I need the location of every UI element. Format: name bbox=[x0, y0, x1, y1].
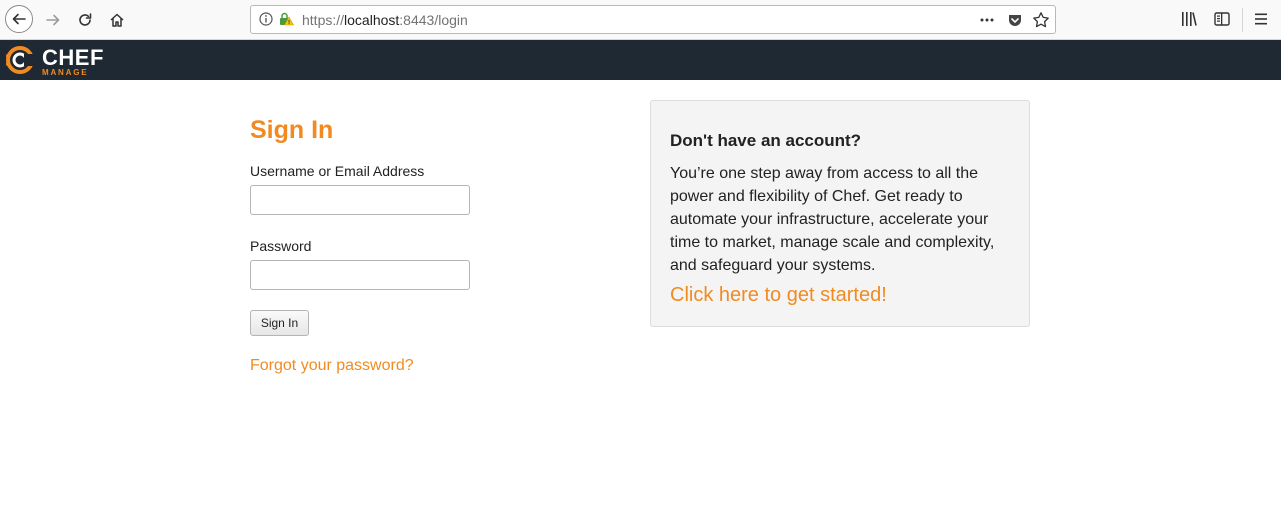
reload-icon bbox=[79, 13, 92, 26]
info-icon[interactable] bbox=[259, 12, 273, 26]
back-button[interactable] bbox=[5, 5, 33, 33]
chef-manage-logo[interactable]: CHEF MANAGE bbox=[4, 44, 103, 77]
logo-text: CHEF MANAGE bbox=[42, 47, 104, 77]
signin-title: Sign In bbox=[250, 116, 334, 144]
back-icon bbox=[12, 13, 26, 25]
forgot-password-link[interactable]: Forgot your password? bbox=[250, 357, 414, 375]
more-icon[interactable] bbox=[979, 12, 995, 28]
url-host: localhost bbox=[344, 12, 400, 28]
logo-title: CHEF bbox=[42, 45, 104, 70]
account-panel: Don't have an account? You’re one step a… bbox=[650, 100, 1030, 327]
home-button[interactable] bbox=[102, 5, 132, 35]
panel-heading: Don't have an account? bbox=[670, 131, 862, 150]
url-text: https://localhost:8443/login bbox=[302, 12, 468, 28]
forward-button[interactable] bbox=[38, 5, 68, 35]
forward-icon bbox=[46, 14, 60, 26]
username-input[interactable] bbox=[250, 185, 470, 215]
username-label: Username or Email Address bbox=[250, 163, 425, 179]
password-input[interactable] bbox=[250, 260, 470, 290]
star-icon[interactable] bbox=[1032, 11, 1050, 29]
chef-logo-icon bbox=[6, 46, 34, 74]
app-header: CHEF MANAGE bbox=[0, 40, 1281, 80]
library-icon[interactable] bbox=[1180, 10, 1198, 28]
menu-icon[interactable] bbox=[1252, 10, 1270, 28]
home-icon bbox=[110, 13, 124, 27]
password-label: Password bbox=[250, 238, 312, 254]
sidebar-icon[interactable] bbox=[1213, 10, 1231, 28]
browser-toolbar: https://localhost:8443/login bbox=[0, 0, 1281, 40]
logo-subtitle: MANAGE bbox=[42, 68, 89, 77]
url-bar[interactable]: https://localhost:8443/login bbox=[250, 5, 1056, 34]
url-scheme: https:// bbox=[302, 12, 345, 28]
reload-button[interactable] bbox=[70, 5, 100, 35]
signin-button[interactable]: Sign In bbox=[250, 310, 309, 336]
get-started-link[interactable]: Click here to get started! bbox=[670, 284, 887, 307]
insecure-lock-icon[interactable] bbox=[278, 11, 294, 27]
url-path: :8443/login bbox=[399, 12, 468, 28]
panel-text: You’re one step away from access to all … bbox=[670, 165, 995, 274]
pocket-icon[interactable] bbox=[1007, 12, 1023, 28]
toolbar-divider bbox=[1242, 8, 1243, 32]
